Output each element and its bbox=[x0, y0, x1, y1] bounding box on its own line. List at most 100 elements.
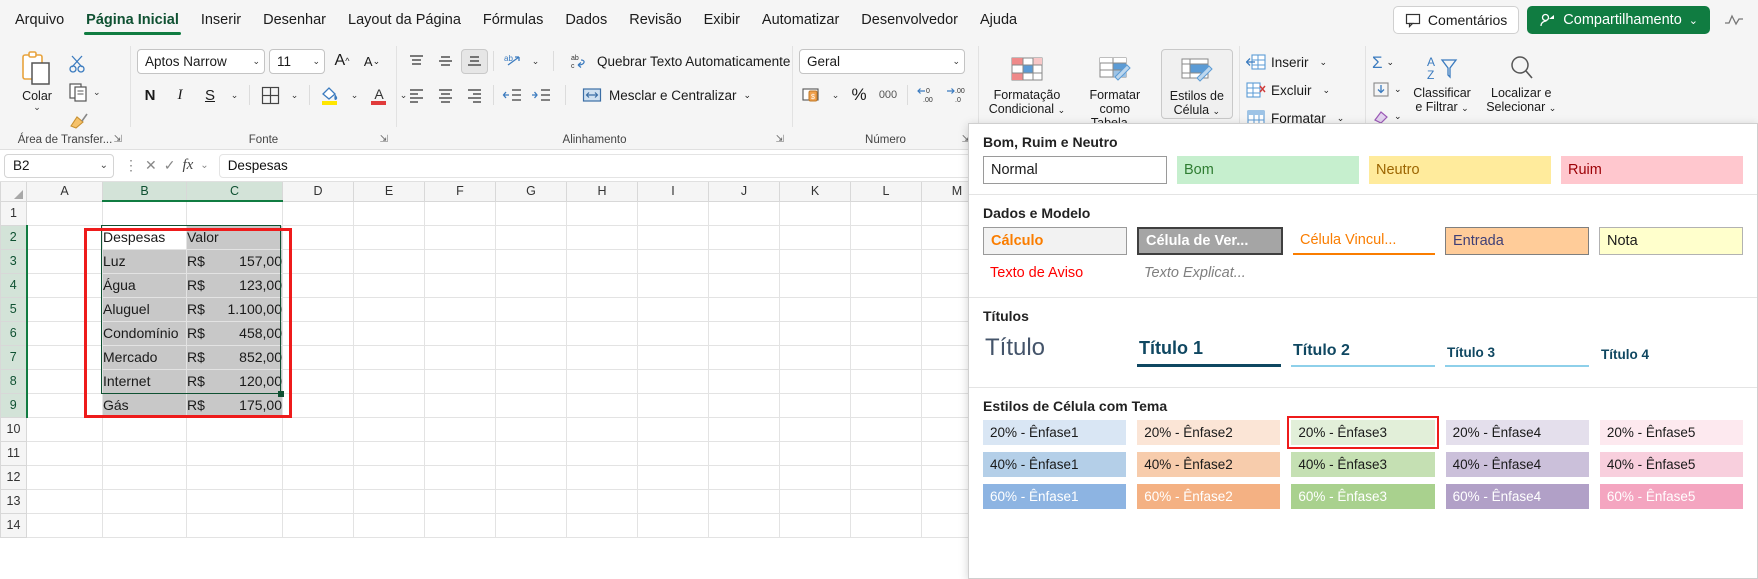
style-ruim[interactable]: Ruim bbox=[1561, 156, 1743, 184]
cell-i7[interactable] bbox=[637, 345, 709, 370]
chevron-down-icon[interactable]: ⌄ bbox=[528, 49, 543, 74]
style-neutro[interactable]: Neutro bbox=[1369, 156, 1551, 184]
cell-c7[interactable]: R$ 852,00 bbox=[186, 345, 283, 370]
cell-h2[interactable] bbox=[566, 225, 638, 250]
cell-h4[interactable] bbox=[566, 273, 638, 298]
cell-b11[interactable] bbox=[102, 441, 187, 466]
cell-l4[interactable] bbox=[850, 273, 922, 298]
cell-a5[interactable] bbox=[26, 297, 103, 322]
cell-j9[interactable] bbox=[708, 393, 780, 418]
cell-c14[interactable] bbox=[186, 513, 283, 538]
cell-i1[interactable] bbox=[637, 201, 709, 226]
column-header-b[interactable]: B bbox=[102, 182, 187, 202]
tab-revisao[interactable]: Revisão bbox=[618, 6, 692, 34]
column-header-d[interactable]: D bbox=[282, 182, 354, 202]
select-all-corner[interactable] bbox=[0, 182, 27, 202]
number-format-combo[interactable]: Geral ⌄ bbox=[799, 48, 965, 74]
cell-i5[interactable] bbox=[637, 297, 709, 322]
cell-c5[interactable]: R$ 1.100,00 bbox=[186, 297, 283, 322]
row-header-3[interactable]: 3 bbox=[0, 248, 28, 274]
row-header-11[interactable]: 11 bbox=[0, 440, 27, 466]
cell-l9[interactable] bbox=[850, 393, 922, 418]
row-header-4[interactable]: 4 bbox=[0, 272, 28, 298]
cell-e1[interactable] bbox=[353, 201, 425, 226]
cell-c8[interactable]: R$ 120,00 bbox=[186, 369, 283, 394]
cell-f10[interactable] bbox=[424, 417, 496, 442]
cell-l10[interactable] bbox=[850, 417, 922, 442]
cell-g13[interactable] bbox=[495, 489, 567, 514]
format-as-table-button[interactable]: Formatar como Tabela ⌄ bbox=[1073, 49, 1157, 131]
cell-d1[interactable] bbox=[282, 201, 354, 226]
cell-a10[interactable] bbox=[26, 417, 103, 442]
cell-h7[interactable] bbox=[566, 345, 638, 370]
cell-b13[interactable] bbox=[102, 489, 187, 514]
cell-a9[interactable] bbox=[26, 393, 103, 418]
cell-k13[interactable] bbox=[779, 489, 851, 514]
cell-j12[interactable] bbox=[708, 465, 780, 490]
cell-g12[interactable] bbox=[495, 465, 567, 490]
cell-b6[interactable]: Condomínio bbox=[102, 321, 187, 346]
currency-format-icon[interactable]: $ bbox=[799, 83, 825, 108]
style-titulo-3[interactable]: Título 3 bbox=[1445, 345, 1589, 367]
cell-j8[interactable] bbox=[708, 369, 780, 394]
cell-l13[interactable] bbox=[850, 489, 922, 514]
tab-layout-da-pagina[interactable]: Layout da Página bbox=[337, 6, 472, 34]
cell-d14[interactable] bbox=[282, 513, 354, 538]
font-size-combo[interactable]: 11 ⌄ bbox=[269, 48, 325, 74]
style-20-enfase2[interactable]: 20% - Ênfase2 bbox=[1137, 420, 1281, 445]
paste-button[interactable]: Colar ⌄ bbox=[6, 47, 68, 112]
cell-j1[interactable] bbox=[708, 201, 780, 226]
clipboard-dialog-launcher[interactable]: ⇲ bbox=[114, 131, 122, 148]
cell-j6[interactable] bbox=[708, 321, 780, 346]
style-titulo-1[interactable]: Título 1 bbox=[1137, 338, 1281, 367]
cell-f8[interactable] bbox=[424, 369, 496, 394]
fill-color-icon[interactable] bbox=[317, 83, 343, 108]
cell-l6[interactable] bbox=[850, 321, 922, 346]
cell-c6[interactable]: R$ 458,00 bbox=[186, 321, 283, 346]
cancel-formula-icon[interactable]: ✕ bbox=[145, 157, 157, 174]
cell-e10[interactable] bbox=[353, 417, 425, 442]
cell-i13[interactable] bbox=[637, 489, 709, 514]
style-bom[interactable]: Bom bbox=[1177, 156, 1359, 184]
cell-l5[interactable] bbox=[850, 297, 922, 322]
cell-k4[interactable] bbox=[779, 273, 851, 298]
align-left-icon[interactable] bbox=[403, 83, 430, 108]
decrease-indent-icon[interactable] bbox=[499, 83, 526, 108]
style-20-enfase5[interactable]: 20% - Ênfase5 bbox=[1599, 420, 1744, 445]
cell-k2[interactable] bbox=[779, 225, 851, 250]
tab-formulas[interactable]: Fórmulas bbox=[472, 6, 554, 34]
cell-g6[interactable] bbox=[495, 321, 567, 346]
cell-e14[interactable] bbox=[353, 513, 425, 538]
autosum-button[interactable]: Σ ⌄ bbox=[1372, 50, 1402, 75]
cell-b12[interactable] bbox=[102, 465, 187, 490]
style-60-enfase2[interactable]: 60% - Ênfase2 bbox=[1137, 484, 1281, 509]
cell-b8[interactable]: Internet bbox=[102, 369, 187, 394]
cell-a11[interactable] bbox=[26, 441, 103, 466]
cell-a12[interactable] bbox=[26, 465, 103, 490]
cell-j11[interactable] bbox=[708, 441, 780, 466]
style-titulo[interactable]: Título bbox=[983, 334, 1127, 367]
insert-function-icon[interactable]: fx bbox=[182, 157, 193, 174]
style-60-enfase1[interactable]: 60% - Ênfase1 bbox=[983, 484, 1127, 509]
cell-h1[interactable] bbox=[566, 201, 638, 226]
cell-j3[interactable] bbox=[708, 249, 780, 274]
cell-e9[interactable] bbox=[353, 393, 425, 418]
cell-d8[interactable] bbox=[282, 369, 354, 394]
fill-button[interactable]: ⌄ bbox=[1372, 77, 1402, 102]
tab-automatizar[interactable]: Automatizar bbox=[751, 6, 850, 34]
font-color-icon[interactable]: A bbox=[366, 83, 392, 108]
cell-a14[interactable] bbox=[26, 513, 103, 538]
font-name-combo[interactable]: Aptos Narrow ⌄ bbox=[137, 48, 265, 74]
cell-g10[interactable] bbox=[495, 417, 567, 442]
column-header-l[interactable]: L bbox=[850, 182, 922, 202]
cell-l1[interactable] bbox=[850, 201, 922, 226]
cell-i4[interactable] bbox=[637, 273, 709, 298]
tab-arquivo[interactable]: Arquivo bbox=[4, 6, 75, 34]
cell-j4[interactable] bbox=[708, 273, 780, 298]
conditional-formatting-button[interactable]: Formatação Condicional ⌄ bbox=[985, 49, 1069, 117]
share-button[interactable]: Compartilhamento ⌄ bbox=[1527, 6, 1710, 34]
cell-b14[interactable] bbox=[102, 513, 187, 538]
decrease-decimal-icon[interactable]: .00.0 bbox=[943, 83, 969, 108]
cell-f6[interactable] bbox=[424, 321, 496, 346]
cell-c11[interactable] bbox=[186, 441, 283, 466]
